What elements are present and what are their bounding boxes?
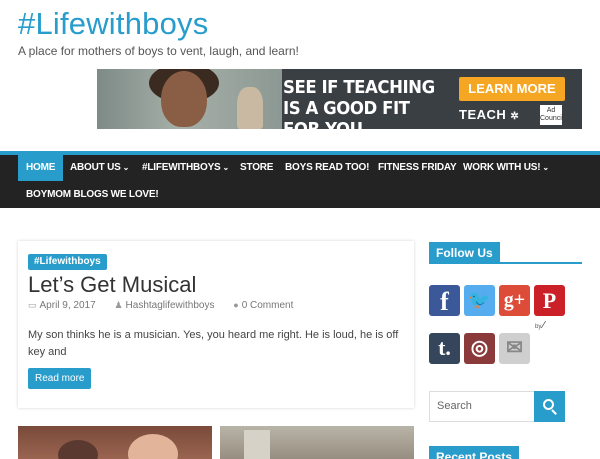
ad-banner[interactable]: SEE IF TEACHING IS A GOOD FIT FOR YOU LE… [97,69,582,129]
search-button[interactable] [534,391,565,422]
google-plus-icon[interactable]: g+ [499,285,530,316]
read-more-button[interactable]: Read more [28,368,92,389]
swoosh-icon: ⁄ [543,320,545,331]
post-meta: ▭ April 9, 2017 ♟ Hashtaglifewithboys ● 0 C… [28,300,309,311]
ad-learn-more-button[interactable]: LEARN MORE [459,77,565,101]
chevron-down-icon: ⌄ [222,163,230,172]
recent-posts-widget-title: Recent Posts [429,446,582,459]
instagram-icon[interactable]: ◎ [464,333,495,364]
ad-photo [97,69,282,129]
main-nav: HOME ABOUT US ⌄ #LIFEWITHBOYS ⌄ STORE BOYS… [0,151,600,208]
twitter-icon[interactable]: 🐦 [464,285,495,316]
nav-item-boymom-blogs[interactable]: BOYMOM BLOGS WE LOVE! [18,182,166,208]
chevron-down-icon: ⌄ [542,163,549,172]
site-tagline: A place for mothers of boys to vent, lau… [18,44,299,58]
comment-icon: ● [233,300,239,310]
follow-us-widget-title: Follow Us [429,242,582,264]
email-icon[interactable]: ✉ [499,333,530,364]
site-title[interactable]: #Lifewithboys [18,6,208,42]
follow-us-label: Follow Us [429,242,500,264]
pinterest-icon[interactable]: P [534,285,565,316]
facebook-icon[interactable]: f [429,285,460,316]
post-comments[interactable]: ● 0 Comment [233,300,301,311]
chevron-down-icon: ⌄ [122,163,130,172]
nav-item-about-us[interactable]: ABOUT US ⌄ [62,155,137,181]
post-date[interactable]: ▭ April 9, 2017 [28,300,104,311]
ad-brand-label: TEACH [459,107,507,122]
search-input[interactable]: Search [429,391,535,422]
post-thumbnail[interactable] [18,426,212,459]
nav-item-fitness-friday[interactable]: FITNESS FRIDAY [370,155,465,181]
nav-item-work-with-us[interactable]: WORK WITH US! ⌄ [455,155,557,181]
post-excerpt: My son thinks he is a musician. Yes, you… [28,329,399,358]
post-author[interactable]: ♟ Hashtaglifewithboys [114,300,222,311]
nav-item-home[interactable]: HOME [18,155,64,181]
post-card: #Lifewithboys Let’s Get Musical ▭ April 9… [18,241,414,408]
post-title[interactable]: Let’s Get Musical [28,272,196,298]
recent-posts-label: Recent Posts [429,446,520,459]
social-byline: by ⁄ [535,320,545,331]
ad-council-logo: Ad Council [540,105,563,125]
tumblr-icon[interactable]: t. [429,333,460,364]
calendar-icon: ▭ [28,300,37,310]
post-thumbnail[interactable] [220,426,414,459]
ad-brand: TEACH ✲ [459,107,520,122]
nav-item-boys-read-too[interactable]: BOYS READ TOO! [277,155,377,181]
user-icon: ♟ [114,300,123,310]
nav-item-store[interactable]: STORE [232,155,281,181]
ad-headline: SEE IF TEACHING IS A GOOD FIT FOR YOU [283,77,435,129]
nav-item-lifewithboys[interactable]: #LIFEWITHBOYS ⌄ [134,155,237,181]
category-badge[interactable]: #Lifewithboys [28,254,107,270]
